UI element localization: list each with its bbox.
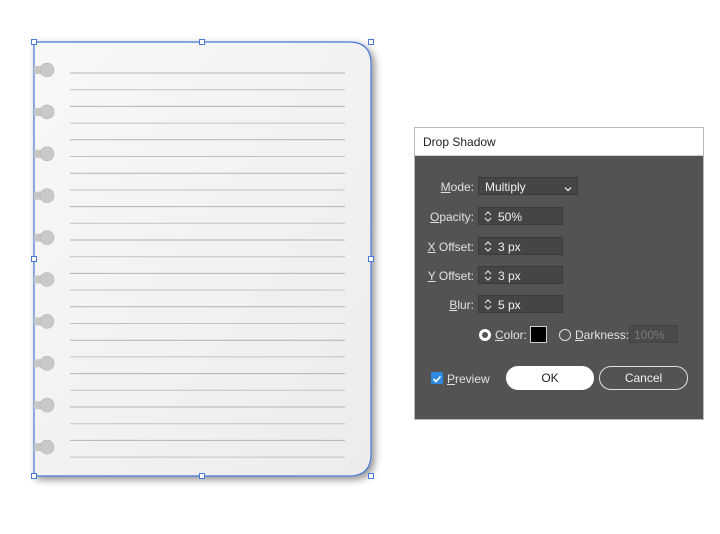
opacity-field[interactable]: 50% (478, 207, 563, 225)
ok-button[interactable]: OK (506, 366, 594, 390)
chevron-down-icon (563, 181, 573, 199)
blur-value: 5 px (498, 298, 521, 312)
darkness-radio[interactable] (559, 329, 571, 341)
y-offset-field[interactable]: 3 px (478, 266, 563, 284)
binder-hole (39, 397, 55, 413)
selection-handle[interactable] (31, 39, 37, 45)
binder-hole (39, 272, 55, 287)
x-offset-field[interactable]: 3 px (478, 237, 563, 255)
darkness-field[interactable]: 100% (629, 325, 678, 343)
darkness-label: Darkness: (575, 328, 630, 342)
blur-field[interactable]: 5 px (478, 295, 563, 313)
selection-handle[interactable] (368, 39, 374, 45)
selection-handle[interactable] (199, 39, 205, 45)
preview-checkbox[interactable] (431, 372, 443, 384)
paper-sheet (33, 41, 372, 477)
y-offset-value: 3 px (498, 269, 521, 283)
binder-hole (39, 230, 55, 245)
selection-handle[interactable] (199, 473, 205, 479)
checkmark-icon (432, 375, 442, 383)
dialog-title: Drop Shadow (423, 135, 496, 149)
opacity-value: 50% (498, 210, 523, 224)
color-label: Color: (495, 328, 528, 342)
preview-label: Preview (447, 372, 490, 386)
binder-hole (39, 314, 55, 329)
x-offset-value: 3 px (498, 240, 521, 254)
selection-handle[interactable] (31, 256, 37, 262)
cancel-button[interactable]: Cancel (599, 366, 688, 390)
notebook-paper[interactable] (33, 41, 372, 477)
binder-hole (39, 104, 55, 120)
opacity-label: Opacity: (429, 210, 474, 224)
stepper-icon[interactable] (482, 209, 494, 224)
dialog-title-bar: Drop Shadow (415, 128, 703, 156)
stepper-icon[interactable] (482, 268, 494, 283)
color-swatch[interactable] (530, 326, 547, 343)
selection-handle[interactable] (368, 473, 374, 479)
binder-hole (39, 439, 55, 455)
x-offset-label: X Offset: (427, 240, 474, 254)
selection-handle[interactable] (368, 256, 374, 262)
mode-value: Multiply (485, 180, 526, 194)
mode-dropdown[interactable]: Multiply (478, 177, 578, 195)
binder-hole (39, 62, 55, 78)
selection-handle[interactable] (31, 473, 37, 479)
blur-label: Blur: (449, 298, 474, 312)
color-radio[interactable] (479, 329, 491, 341)
mode-label: Mode: (440, 180, 474, 194)
darkness-value: 100% (634, 328, 665, 342)
binder-hole (39, 146, 55, 162)
binder-hole (39, 355, 55, 371)
y-offset-label: Y Offset: (427, 269, 474, 283)
stepper-icon[interactable] (482, 239, 494, 254)
binder-hole (39, 188, 55, 203)
stepper-icon[interactable] (482, 297, 494, 312)
